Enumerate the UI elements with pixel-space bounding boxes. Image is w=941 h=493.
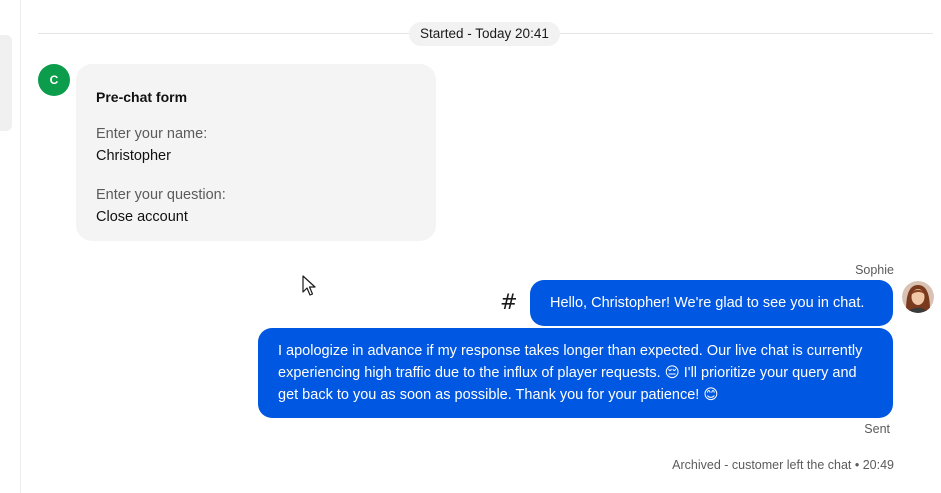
prechat-field-label: Enter your name: (96, 126, 208, 142)
prechat-form-card: Pre-chat form Enter your name: Christoph… (76, 64, 436, 241)
agent-avatar (902, 281, 934, 313)
customer-avatar: C (38, 64, 70, 96)
prechat-field-value: Christopher (96, 148, 171, 164)
prechat-field-name: Enter your name: Christopher (96, 125, 416, 166)
agent-name-label: Sophie (855, 263, 894, 277)
side-panel-edge (0, 35, 12, 131)
agent-photo-icon (902, 281, 934, 313)
panel-divider (20, 0, 21, 493)
hash-icon[interactable]: # (500, 290, 518, 314)
prechat-field-question: Enter your question: Close account (96, 186, 416, 227)
mouse-cursor-icon (302, 275, 316, 296)
message-sent-status: Sent (864, 422, 890, 436)
prechat-form-title: Pre-chat form (96, 89, 188, 105)
session-started-label: Started - Today 20:41 (409, 22, 560, 46)
agent-message-bubble: I apologize in advance if my response ta… (258, 328, 893, 418)
prechat-field-value: Close account (96, 209, 188, 225)
prechat-field-label: Enter your question: (96, 187, 226, 203)
agent-message-bubble: Hello, Christopher! We're glad to see yo… (530, 280, 893, 326)
chat-archived-status: Archived - customer left the chat • 20:4… (672, 458, 894, 472)
